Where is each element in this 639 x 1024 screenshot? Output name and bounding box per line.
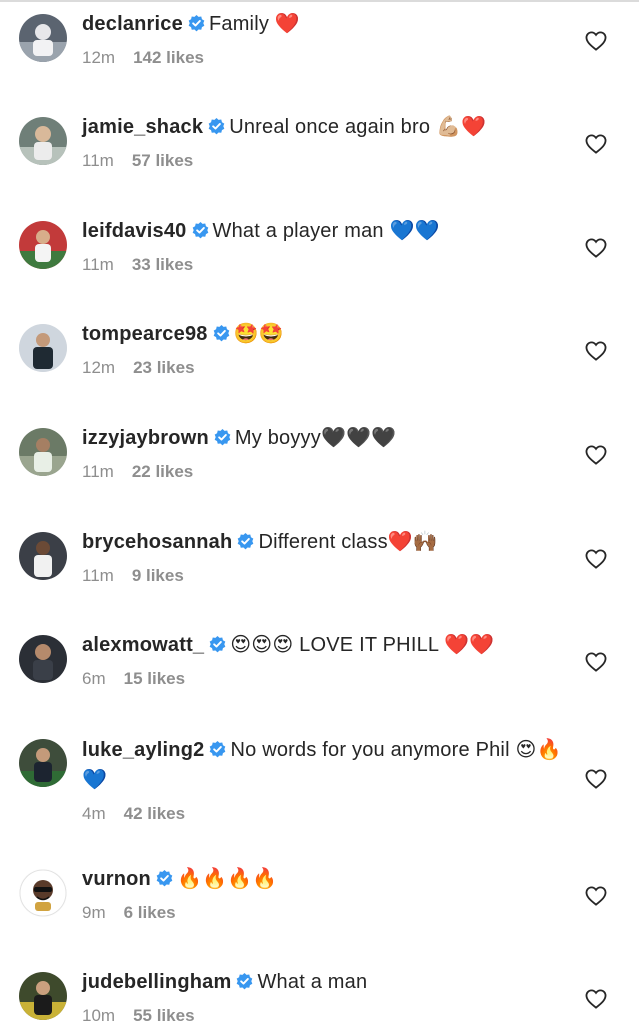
comment-text: Unreal once again bro 💪🏼❤️ <box>229 116 487 138</box>
comment-item: declanrice Family ❤️ 12m 142 likes <box>0 0 639 104</box>
heart-outline-icon[interactable] <box>585 549 607 569</box>
comment-time: 6m <box>82 669 106 688</box>
heart-outline-icon[interactable] <box>585 445 607 465</box>
comment-meta: 12m 23 likes <box>82 358 195 378</box>
comment-line: jamie_shack Unreal once again bro 💪🏼❤️ <box>82 113 582 141</box>
comment-item: jamie_shack Unreal once again bro 💪🏼❤️ 11… <box>0 103 639 207</box>
username[interactable]: leifdavis40 <box>82 220 187 242</box>
likes-count[interactable]: 57 likes <box>132 151 193 170</box>
comment-line: alexmowatt_ 😍😍😍 LOVE IT PHILL ❤️❤️ <box>82 631 582 659</box>
comment-meta: 11m 57 likes <box>82 151 193 171</box>
comment-text: Family ❤️ <box>208 13 300 35</box>
comment-time: 9m <box>82 903 106 922</box>
likes-count[interactable]: 42 likes <box>124 804 185 823</box>
username[interactable]: izzyjaybrown <box>82 427 209 449</box>
heart-outline-icon[interactable] <box>585 886 607 906</box>
comment-item: alexmowatt_ 😍😍😍 LOVE IT PHILL ❤️❤️ 6m 15 l… <box>0 621 639 725</box>
comment-meta: 11m 9 likes <box>82 566 184 586</box>
likes-count[interactable]: 22 likes <box>132 462 193 481</box>
likes-count[interactable]: 9 likes <box>132 566 184 585</box>
verified-badge-icon <box>237 973 253 990</box>
comment-time: 10m <box>82 1006 116 1024</box>
verified-badge-icon <box>192 222 208 239</box>
likes-count[interactable]: 142 likes <box>133 48 204 67</box>
comment-time: 12m <box>82 358 116 377</box>
comment-text: What a player man 💙💙 <box>212 220 440 242</box>
username[interactable]: alexmowatt_ <box>82 634 204 656</box>
comment-line: declanrice Family ❤️ <box>82 10 582 38</box>
verified-badge-icon <box>209 636 226 653</box>
heart-outline-icon[interactable] <box>585 652 607 672</box>
heart-outline-icon[interactable] <box>585 238 607 258</box>
avatar[interactable] <box>19 739 67 787</box>
comment-line: leifdavis40 What a player man 💙💙 <box>82 217 582 245</box>
likes-count[interactable]: 55 likes <box>133 1006 194 1024</box>
comment-item: brycehosannah Different class❤️🙌🏾 11m 9 li… <box>0 518 639 622</box>
verified-badge-icon <box>213 325 229 342</box>
likes-count[interactable]: 6 likes <box>124 903 176 922</box>
comment-text: Different class❤️🙌🏾 <box>258 531 438 553</box>
avatar[interactable] <box>19 532 67 580</box>
comment-meta: 6m 15 likes <box>82 669 185 689</box>
comment-meta: 4m 42 likes <box>82 804 185 824</box>
likes-count[interactable]: 15 likes <box>124 669 185 688</box>
comment-item: leifdavis40 What a player man 💙💙 11m 33 li… <box>0 207 639 311</box>
comment-item: vurnon 🔥🔥🔥🔥 9m 6 likes <box>0 855 639 959</box>
comment-text: 😍😍😍 LOVE IT PHILL ❤️❤️ <box>230 634 495 656</box>
username[interactable]: jamie_shack <box>82 116 203 138</box>
verified-badge-icon <box>238 533 254 550</box>
verified-badge-icon <box>156 870 173 887</box>
comment-text: My boyyy🖤🖤🖤 <box>234 427 397 449</box>
avatar[interactable] <box>19 428 67 476</box>
heart-outline-icon[interactable] <box>585 341 607 361</box>
username[interactable]: brycehosannah <box>82 531 232 553</box>
comment-line: brycehosannah Different class❤️🙌🏾 <box>82 528 582 556</box>
username[interactable]: declanrice <box>82 13 183 35</box>
comment-meta: 11m 33 likes <box>82 255 193 275</box>
verified-badge-icon <box>188 15 205 32</box>
heart-outline-icon[interactable] <box>585 134 607 154</box>
comment-line: judebellingham What a man <box>82 968 582 996</box>
comment-item: judebellingham What a man 10m 55 likes <box>0 958 639 1024</box>
comment-time: 11m <box>82 462 114 481</box>
comment-meta: 10m 55 likes <box>82 1006 195 1024</box>
likes-count[interactable]: 23 likes <box>133 358 194 377</box>
comment-text: 🔥🔥🔥🔥 <box>176 868 278 890</box>
avatar[interactable] <box>19 324 67 372</box>
avatar[interactable] <box>19 117 67 165</box>
comment-line: tompearce98 🤩🤩 <box>82 320 582 348</box>
comment-time: 11m <box>82 151 114 170</box>
comment-item: izzyjaybrown My boyyy🖤🖤🖤 11m 22 likes <box>0 414 639 518</box>
username[interactable]: luke_ayling2 <box>82 739 204 761</box>
verified-badge-icon <box>208 118 225 135</box>
comment-line: luke_ayling2 No words for you anymore Phi… <box>82 735 582 795</box>
heart-outline-icon[interactable] <box>585 989 607 1009</box>
username[interactable]: vurnon <box>82 868 151 890</box>
comment-line: vurnon 🔥🔥🔥🔥 <box>82 865 582 893</box>
username[interactable]: judebellingham <box>82 971 231 993</box>
likes-count[interactable]: 33 likes <box>132 255 193 274</box>
avatar[interactable] <box>19 635 67 683</box>
verified-badge-icon <box>214 429 231 446</box>
heart-outline-icon[interactable] <box>585 769 607 789</box>
avatar[interactable] <box>19 869 67 917</box>
comment-meta: 12m 142 likes <box>82 48 204 68</box>
comment-time: 4m <box>82 804 106 823</box>
comment-item: luke_ayling2 No words for you anymore Phi… <box>0 725 639 855</box>
comment-meta: 9m 6 likes <box>82 903 176 923</box>
comment-line: izzyjaybrown My boyyy🖤🖤🖤 <box>82 424 582 452</box>
comment-time: 11m <box>82 566 114 585</box>
comment-meta: 11m 22 likes <box>82 462 193 482</box>
avatar[interactable] <box>19 221 67 269</box>
heart-outline-icon[interactable] <box>585 31 607 51</box>
comment-text: 🤩🤩 <box>233 323 284 345</box>
verified-badge-icon <box>210 741 226 758</box>
comment-item: tompearce98 🤩🤩 12m 23 likes <box>0 310 639 414</box>
comment-text: What a man <box>257 971 368 993</box>
avatar[interactable] <box>19 14 67 62</box>
comment-time: 12m <box>82 48 116 67</box>
avatar[interactable] <box>19 972 67 1020</box>
comment-time: 11m <box>82 255 114 274</box>
username[interactable]: tompearce98 <box>82 323 208 345</box>
